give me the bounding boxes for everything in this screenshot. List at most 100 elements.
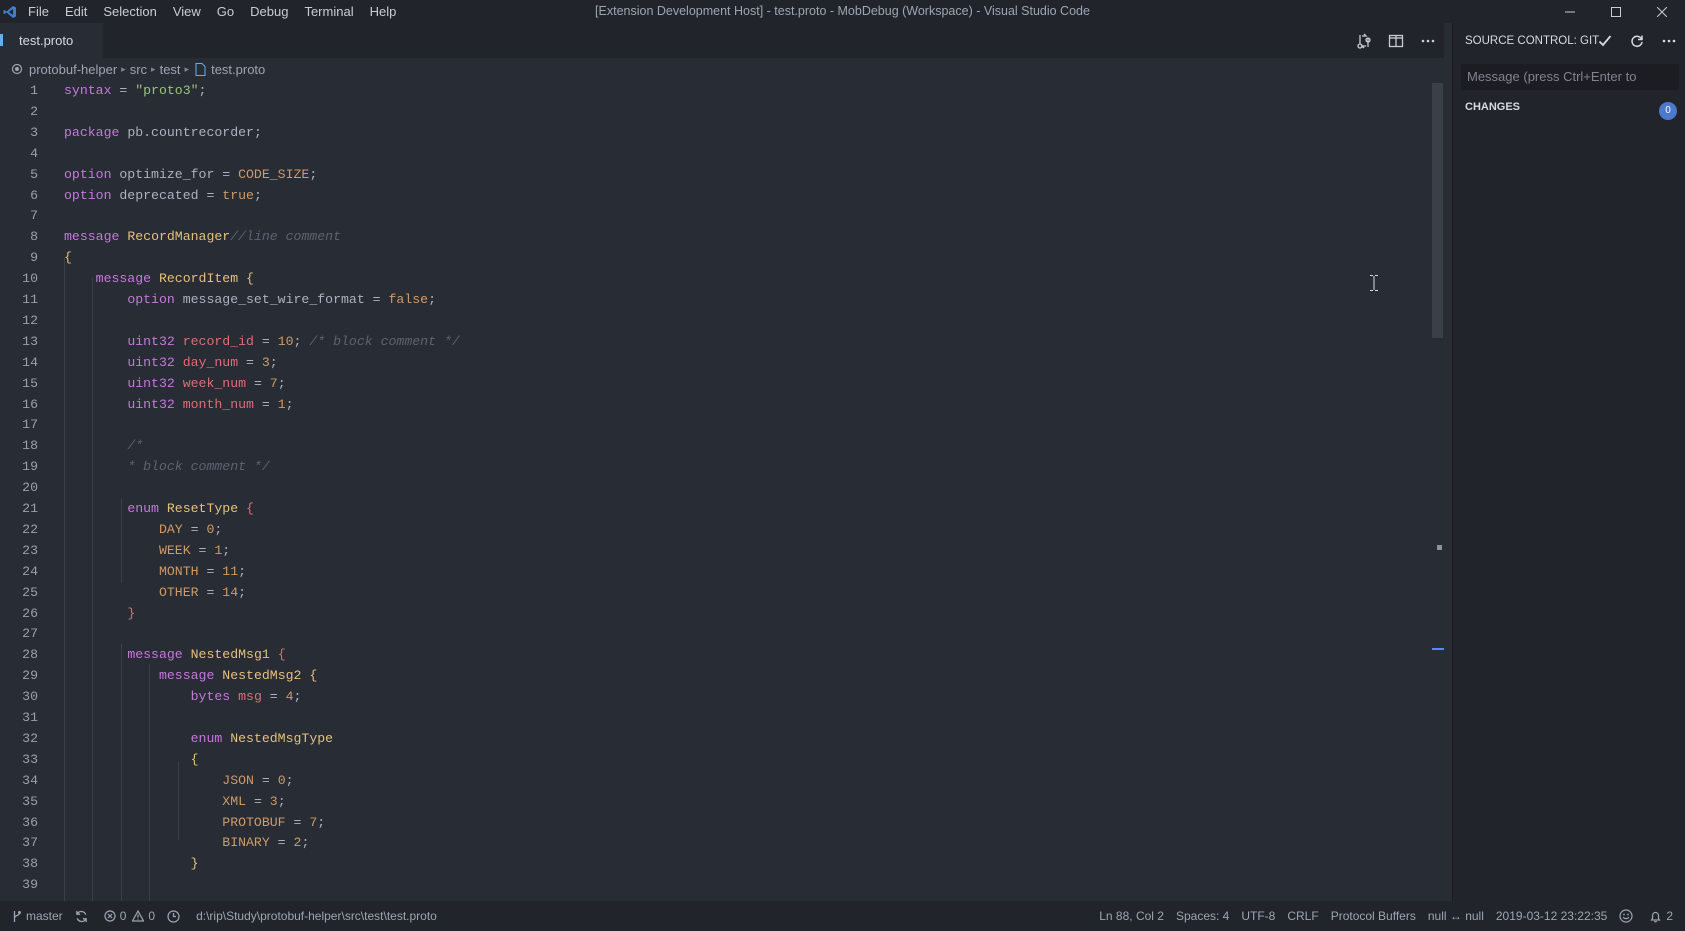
line-number: 10 bbox=[22, 271, 38, 287]
code-token: } bbox=[190, 856, 199, 872]
line-number: 26 bbox=[22, 605, 38, 621]
code-token: 7 bbox=[269, 375, 278, 391]
history-button[interactable] bbox=[161, 901, 190, 931]
menu-bar: File Edit Selection View Go Debug Termin… bbox=[20, 0, 404, 23]
code-token: NestedMsg1 bbox=[190, 647, 270, 663]
code-token: ; bbox=[269, 354, 278, 370]
warning-count: 0 bbox=[148, 909, 156, 923]
breadcrumb-src[interactable]: src bbox=[130, 62, 147, 77]
code-text: PROTOBUF = 7; bbox=[64, 812, 325, 833]
source-control-more-button[interactable] bbox=[1653, 23, 1685, 58]
code-token: ; bbox=[238, 584, 247, 600]
breadcrumb-file[interactable]: test.proto bbox=[211, 62, 265, 77]
line-number: 37 bbox=[22, 835, 38, 851]
line-number: 29 bbox=[22, 668, 38, 684]
commit-message-input[interactable]: Message (press Ctrl+Enter to bbox=[1461, 64, 1679, 90]
bell-icon bbox=[1650, 911, 1661, 922]
indentation-status[interactable]: Spaces: 4 bbox=[1170, 901, 1235, 931]
check-icon bbox=[1598, 34, 1612, 46]
line-number: 2 bbox=[30, 103, 38, 119]
code-token: uint32 bbox=[127, 396, 175, 412]
code-token: JSON bbox=[222, 772, 254, 788]
line-number: 6 bbox=[30, 187, 38, 203]
commit-button[interactable] bbox=[1589, 23, 1621, 58]
code-token: /* bbox=[127, 438, 144, 454]
breadcrumb-protobuf-helper[interactable]: protobuf-helper bbox=[29, 62, 117, 77]
line-number: 17 bbox=[22, 417, 38, 433]
notifications-button[interactable]: 2 bbox=[1643, 901, 1679, 931]
menu-go[interactable]: Go bbox=[209, 0, 242, 23]
line-number: 31 bbox=[22, 710, 38, 725]
code-token: 3 bbox=[261, 354, 270, 370]
line-number: 5 bbox=[30, 166, 38, 182]
code-text: DAY = 0; bbox=[64, 519, 222, 540]
cursor-position-status[interactable]: Ln 88, Col 2 bbox=[1093, 901, 1170, 931]
more-actions-button[interactable] bbox=[1412, 23, 1444, 58]
code-text: message RecordManager//line comment bbox=[64, 226, 341, 247]
code-text: message NestedMsg2 { bbox=[64, 665, 317, 686]
scrollbar-thumb[interactable] bbox=[1432, 83, 1443, 338]
line-number: 30 bbox=[22, 689, 38, 705]
close-window-button[interactable] bbox=[1639, 0, 1685, 23]
line-number: 22 bbox=[22, 521, 38, 537]
code-token: ; bbox=[293, 689, 302, 705]
code-text: uint32 week_num = 7; bbox=[64, 373, 285, 394]
code-text: } bbox=[64, 603, 135, 624]
eol-status[interactable]: CRLF bbox=[1281, 901, 1324, 931]
chevron-right-icon: ▸ bbox=[121, 63, 126, 74]
vscode-logo-icon bbox=[0, 0, 20, 23]
maximize-button[interactable] bbox=[1593, 0, 1639, 23]
branch-status[interactable]: master bbox=[6, 901, 69, 931]
warning-icon bbox=[132, 910, 145, 922]
editor-tab-bar: test.proto bbox=[0, 23, 1444, 58]
language-mode-status[interactable]: Protocol Buffers bbox=[1325, 901, 1422, 931]
feedback-button[interactable] bbox=[1613, 901, 1643, 931]
file-path-status[interactable]: d:\rip\Study\protobuf-helper\src\test\te… bbox=[190, 901, 443, 931]
code-editor[interactable]: 1 syntax = "proto3"; 2 3 package pb.countrec… bbox=[0, 80, 1430, 901]
menu-help[interactable]: Help bbox=[362, 0, 405, 23]
code-token: //line comment bbox=[230, 229, 342, 245]
code-token: = bbox=[261, 689, 286, 705]
code-token: deprecated = bbox=[111, 187, 223, 203]
code-token: message bbox=[95, 271, 152, 287]
refresh-button[interactable] bbox=[1621, 23, 1653, 58]
folder-target-icon bbox=[11, 63, 23, 75]
editor-actions bbox=[1348, 23, 1444, 58]
breadcrumb-test[interactable]: test bbox=[160, 62, 181, 77]
text-cursor-icon bbox=[1370, 275, 1378, 294]
sync-button[interactable] bbox=[69, 901, 98, 931]
changes-count-badge: 0 bbox=[1659, 102, 1677, 120]
menu-debug[interactable]: Debug bbox=[242, 0, 296, 23]
menu-edit[interactable]: Edit bbox=[57, 0, 95, 23]
changes-section-header[interactable]: CHANGES bbox=[1465, 96, 1520, 118]
menu-view[interactable]: View bbox=[165, 0, 209, 23]
line-number: 39 bbox=[22, 877, 38, 893]
minimize-icon bbox=[1565, 11, 1575, 12]
code-token: ; bbox=[428, 292, 436, 307]
code-text: { bbox=[64, 247, 72, 268]
menu-terminal[interactable]: Terminal bbox=[296, 0, 361, 23]
split-editor-button[interactable] bbox=[1380, 23, 1412, 58]
problems-status[interactable]: 0 0 bbox=[98, 901, 161, 931]
code-token: { bbox=[246, 501, 254, 516]
menu-file[interactable]: File bbox=[20, 0, 57, 23]
code-token: week_num bbox=[182, 375, 247, 391]
line-number: 1 bbox=[30, 83, 38, 98]
open-changes-button[interactable] bbox=[1348, 23, 1380, 58]
tab-test-proto[interactable]: test.proto bbox=[0, 23, 103, 58]
encoding-status[interactable]: UTF-8 bbox=[1235, 901, 1281, 931]
code-token: ; bbox=[214, 521, 223, 537]
menu-selection[interactable]: Selection bbox=[95, 0, 164, 23]
debug-status[interactable]: null ↔ null bbox=[1422, 901, 1490, 931]
minimize-button[interactable] bbox=[1547, 0, 1593, 23]
